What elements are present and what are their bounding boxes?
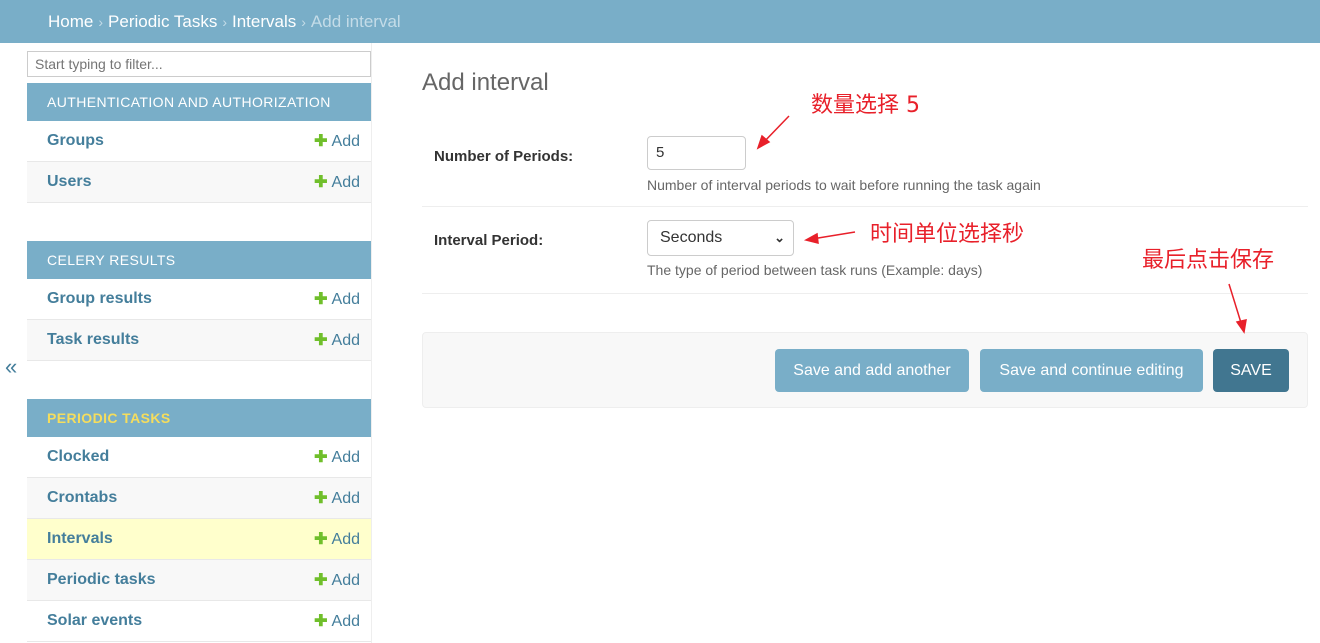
number-of-periods-input[interactable]: 5 bbox=[647, 136, 746, 170]
help-text: Number of interval periods to wait befor… bbox=[647, 177, 1041, 193]
breadcrumb: Home › Periodic Tasks › Intervals › Add int… bbox=[0, 0, 1320, 43]
page-title: Add interval bbox=[422, 69, 549, 96]
plus-icon: ✚ bbox=[314, 332, 328, 349]
sidebar-item-periodic-tasks[interactable]: Periodic tasks ✚ Add bbox=[27, 560, 371, 601]
plus-icon: ✚ bbox=[314, 174, 328, 191]
filter-input[interactable] bbox=[27, 51, 371, 77]
sidebar-item-solar-events[interactable]: Solar events ✚ Add bbox=[27, 601, 371, 642]
chevron-down-icon: ⌄ bbox=[774, 230, 785, 245]
annotation-unit: 时间单位选择秒 bbox=[870, 222, 1025, 247]
sidebar-item-intervals[interactable]: Intervals ✚ Add bbox=[27, 519, 371, 560]
add-link[interactable]: ✚ Add bbox=[314, 447, 360, 467]
breadcrumb-current: Add interval bbox=[310, 11, 401, 31]
save-button[interactable]: SAVE bbox=[1213, 349, 1289, 392]
add-link[interactable]: ✚ Add bbox=[314, 529, 360, 549]
breadcrumb-periodic-tasks[interactable]: Periodic Tasks bbox=[108, 12, 217, 32]
field-label: Number of Periods: bbox=[434, 148, 574, 165]
arrow-head bbox=[1235, 319, 1247, 334]
add-link[interactable]: ✚ Add bbox=[314, 289, 360, 309]
plus-icon: ✚ bbox=[314, 613, 328, 630]
field-label: Interval Period: bbox=[434, 232, 544, 249]
plus-icon: ✚ bbox=[314, 490, 328, 507]
breadcrumb-intervals[interactable]: Intervals bbox=[232, 12, 296, 32]
add-link[interactable]: ✚ Add bbox=[314, 570, 360, 590]
add-link[interactable]: ✚ Add bbox=[314, 172, 360, 192]
help-text: The type of period between task runs (Ex… bbox=[647, 262, 983, 278]
sidebar-item-groups[interactable]: Groups ✚ Add bbox=[27, 121, 371, 162]
collapse-sidebar-button[interactable]: « bbox=[5, 354, 17, 380]
save-and-continue-button[interactable]: Save and continue editing bbox=[980, 349, 1203, 392]
section-auth[interactable]: AUTHENTICATION AND AUTHORIZATION bbox=[27, 83, 371, 121]
sidebar-item-users[interactable]: Users ✚ Add bbox=[27, 162, 371, 203]
annotation-save: 最后点击保存 bbox=[1142, 248, 1275, 273]
section-periodic-tasks[interactable]: PERIODIC TASKS bbox=[27, 399, 371, 437]
sidebar-item-crontabs[interactable]: Crontabs ✚ Add bbox=[27, 478, 371, 519]
plus-icon: ✚ bbox=[314, 572, 328, 589]
submit-row: Save and add another Save and continue e… bbox=[422, 332, 1308, 408]
sidebar-item-clocked[interactable]: Clocked ✚ Add bbox=[27, 437, 371, 478]
section-celery-results[interactable]: CELERY RESULTS bbox=[27, 241, 371, 279]
sidebar: AUTHENTICATION AND AUTHORIZATION Groups✚… bbox=[26, 43, 372, 643]
field-row-every: Number of Periods: 5 Number of interval … bbox=[422, 118, 1308, 207]
save-and-add-another-button[interactable]: Save and add another bbox=[775, 349, 969, 392]
plus-icon: ✚ bbox=[314, 449, 328, 466]
breadcrumb-home[interactable]: Home bbox=[48, 12, 93, 32]
sidebar-item-group-results[interactable]: Group results ✚ Add bbox=[27, 279, 371, 320]
interval-period-select[interactable]: Seconds ⌄ bbox=[647, 220, 794, 256]
plus-icon: ✚ bbox=[314, 531, 328, 548]
annotation-quantity: 数量选择 5 bbox=[811, 93, 920, 118]
sidebar-item-task-results[interactable]: Task results ✚ Add bbox=[27, 320, 371, 361]
add-link[interactable]: ✚ Add bbox=[314, 131, 360, 151]
add-link[interactable]: ✚ Add bbox=[314, 611, 360, 631]
add-link[interactable]: ✚ Add bbox=[314, 488, 360, 508]
plus-icon: ✚ bbox=[314, 291, 328, 308]
add-link[interactable]: ✚ Add bbox=[314, 330, 360, 350]
plus-icon: ✚ bbox=[314, 133, 328, 150]
